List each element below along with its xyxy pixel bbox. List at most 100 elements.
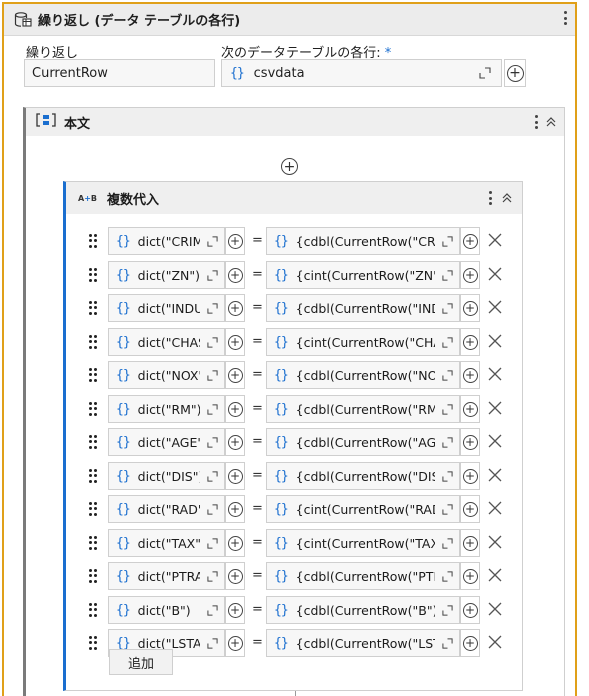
drag-handle-icon[interactable] xyxy=(89,569,97,583)
datatable-add-button[interactable]: + xyxy=(504,59,526,87)
close-icon[interactable] xyxy=(487,500,503,516)
expand-editor-icon[interactable] xyxy=(204,233,220,249)
expand-editor-icon[interactable] xyxy=(204,568,220,584)
expand-editor-icon[interactable] xyxy=(439,434,455,450)
value-field[interactable]: {} {cdbl(CurrentRow("DIS" xyxy=(266,462,460,490)
drag-handle-icon[interactable] xyxy=(89,502,97,516)
expand-editor-icon[interactable] xyxy=(204,501,220,517)
expand-editor-icon[interactable] xyxy=(439,401,455,417)
assign-to-field[interactable]: {} dict("TAX" xyxy=(108,529,225,557)
body-header[interactable]: 本文 xyxy=(26,108,564,136)
assign-to-add-button[interactable]: + xyxy=(225,428,245,456)
assign-to-add-button[interactable]: + xyxy=(225,227,245,255)
value-add-button[interactable]: + xyxy=(460,227,480,255)
assign-to-add-button[interactable]: + xyxy=(225,462,245,490)
value-field[interactable]: {} {cdbl(CurrentRow("LSTA xyxy=(266,629,460,657)
assign-header[interactable]: A+B 複数代入 xyxy=(66,182,522,214)
assign-to-field[interactable]: {} dict("DIS") xyxy=(108,462,225,490)
assign-to-field[interactable]: {} dict("RM") xyxy=(108,395,225,423)
value-field[interactable]: {} {cint(CurrentRow("ZN")) xyxy=(266,261,460,289)
drag-handle-icon[interactable] xyxy=(89,301,97,315)
drag-handle-icon[interactable] xyxy=(89,368,97,382)
close-icon[interactable] xyxy=(487,299,503,315)
drag-handle-icon[interactable] xyxy=(89,335,97,349)
assign-more-icon[interactable] xyxy=(486,189,494,207)
value-field[interactable]: {} {cint(CurrentRow("CHAS xyxy=(266,328,460,356)
value-add-button[interactable]: + xyxy=(460,294,480,322)
body-more-icon[interactable] xyxy=(532,113,540,131)
datatable-input[interactable]: {} csvdata xyxy=(221,59,502,87)
assign-to-add-button[interactable]: + xyxy=(225,395,245,423)
drag-handle-icon[interactable] xyxy=(89,636,97,650)
value-add-button[interactable]: + xyxy=(460,629,480,657)
assign-to-field[interactable]: {} dict("RAD" xyxy=(108,495,225,523)
value-field[interactable]: {} {cdbl(CurrentRow("AGE" xyxy=(266,428,460,456)
assign-to-add-button[interactable]: + xyxy=(225,629,245,657)
close-icon[interactable] xyxy=(487,232,503,248)
close-icon[interactable] xyxy=(487,534,503,550)
assign-to-field[interactable]: {} dict("INDU xyxy=(108,294,225,322)
assign-to-field[interactable]: {} dict("NOX" xyxy=(108,361,225,389)
expand-editor-icon[interactable] xyxy=(439,568,455,584)
drag-handle-icon[interactable] xyxy=(89,234,97,248)
expand-editor-icon[interactable] xyxy=(204,535,220,551)
activity-header[interactable]: 繰り返し (データ テーブルの各行) xyxy=(4,4,575,36)
expand-editor-icon[interactable] xyxy=(204,434,220,450)
expand-editor-icon[interactable] xyxy=(204,401,220,417)
expand-editor-icon[interactable] xyxy=(439,602,455,618)
value-add-button[interactable]: + xyxy=(460,395,480,423)
more-options-icon[interactable] xyxy=(561,9,569,27)
value-add-button[interactable]: + xyxy=(460,361,480,389)
close-icon[interactable] xyxy=(487,467,503,483)
expand-editor-icon[interactable] xyxy=(204,602,220,618)
expand-editor-icon[interactable] xyxy=(204,635,220,651)
add-assignment-button[interactable]: 追加 xyxy=(109,649,173,675)
expand-editor-icon[interactable] xyxy=(439,635,455,651)
assign-to-field[interactable]: {} dict("ZN") xyxy=(108,261,225,289)
for-each-row-activity[interactable]: 繰り返し (データ テーブルの各行) 繰り返し CurrentRow 次のデータ… xyxy=(2,2,577,696)
expand-editor-icon[interactable] xyxy=(439,501,455,517)
close-icon[interactable] xyxy=(487,433,503,449)
assign-collapse-icon[interactable] xyxy=(500,191,514,205)
assign-to-field[interactable]: {} dict("B") xyxy=(108,596,225,624)
value-field[interactable]: {} {cint(CurrentRow("TAX" xyxy=(266,529,460,557)
value-field[interactable]: {} {cdbl(CurrentRow("PTRA xyxy=(266,562,460,590)
value-field[interactable]: {} {cdbl(CurrentRow("CRIM xyxy=(266,227,460,255)
expand-editor-icon[interactable] xyxy=(204,334,220,350)
assign-to-add-button[interactable]: + xyxy=(225,529,245,557)
drag-handle-icon[interactable] xyxy=(89,268,97,282)
value-add-button[interactable]: + xyxy=(460,261,480,289)
assign-to-field[interactable]: {} dict("AGE" xyxy=(108,428,225,456)
multiple-assign-activity[interactable]: A+B 複数代入 {} dict("CRIM + = {} {cdbl(Curr… xyxy=(63,181,523,691)
value-add-button[interactable]: + xyxy=(460,428,480,456)
drag-handle-icon[interactable] xyxy=(89,536,97,550)
value-add-button[interactable]: + xyxy=(460,495,480,523)
assign-to-add-button[interactable]: + xyxy=(225,328,245,356)
drag-handle-icon[interactable] xyxy=(89,469,97,483)
value-field[interactable]: {} {cint(CurrentRow("RAD" xyxy=(266,495,460,523)
close-icon[interactable] xyxy=(487,366,503,382)
expand-editor-icon[interactable] xyxy=(204,267,220,283)
value-add-button[interactable]: + xyxy=(460,462,480,490)
close-icon[interactable] xyxy=(487,266,503,282)
expand-editor-icon[interactable] xyxy=(477,65,493,81)
expand-editor-icon[interactable] xyxy=(204,367,220,383)
expand-editor-icon[interactable] xyxy=(439,468,455,484)
assign-to-add-button[interactable]: + xyxy=(225,261,245,289)
insert-activity-icon[interactable]: + xyxy=(281,158,298,175)
body-sequence[interactable]: 本文 + A+B 複数代入 {} dict("CRIM + = {} {cdbl… xyxy=(23,107,565,696)
expand-editor-icon[interactable] xyxy=(204,468,220,484)
expand-editor-icon[interactable] xyxy=(439,334,455,350)
value-add-button[interactable]: + xyxy=(460,529,480,557)
value-add-button[interactable]: + xyxy=(460,562,480,590)
collapse-icon[interactable] xyxy=(544,115,558,129)
assign-to-field[interactable]: {} dict("PTRA xyxy=(108,562,225,590)
close-icon[interactable] xyxy=(487,634,503,650)
close-icon[interactable] xyxy=(487,567,503,583)
close-icon[interactable] xyxy=(487,400,503,416)
drag-handle-icon[interactable] xyxy=(89,402,97,416)
assign-to-add-button[interactable]: + xyxy=(225,596,245,624)
expand-editor-icon[interactable] xyxy=(439,267,455,283)
close-icon[interactable] xyxy=(487,333,503,349)
value-add-button[interactable]: + xyxy=(460,328,480,356)
